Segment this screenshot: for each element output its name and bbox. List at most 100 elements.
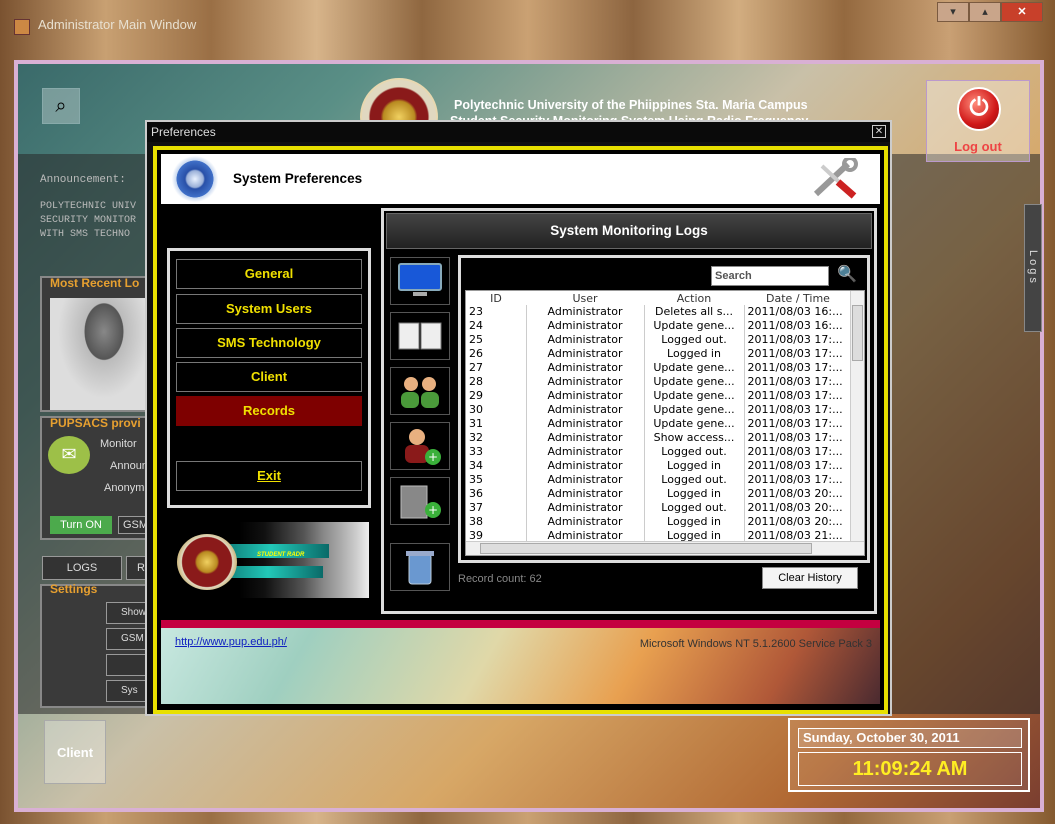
content-frame: System Monitoring Logs + + Search 🔍 ID U… [381, 208, 877, 614]
pupsacs-panel: PUPSACS provi ✉ Monitor Announ Anonym Tu… [40, 416, 160, 540]
horizontal-scrollbar[interactable] [466, 541, 864, 555]
table-cell: Logged out. [644, 333, 745, 347]
table-row[interactable]: 23 Administrator Deletes all s... 2011/08/0… [466, 305, 853, 319]
table-cell: 2011/08/03 16:... [744, 305, 853, 319]
search-icon[interactable]: 🔍 [837, 266, 859, 286]
settings-panel: Settings Show GSM M Sys [40, 582, 162, 708]
pup-logo [177, 534, 237, 590]
logs-header: System Monitoring Logs [386, 213, 872, 249]
power-icon: ⏻ [957, 87, 1001, 131]
add-building-icon[interactable]: + [390, 477, 450, 525]
table-cell: 2011/08/03 17:... [744, 445, 853, 459]
pupsacs-label: Announ [110, 460, 148, 472]
table-row[interactable]: 34 Administrator Logged in 2011/08/03 17:..… [466, 459, 853, 473]
table-row[interactable]: 27 Administrator Update gene... 2011/08/03 … [466, 361, 853, 375]
client-button[interactable]: Client [44, 720, 106, 784]
pup-website-link[interactable]: http://www.pup.edu.ph/ [175, 636, 287, 648]
preferences-menu: General System Users SMS Technology Clie… [167, 248, 371, 508]
monitor-icon[interactable] [390, 257, 450, 305]
exit-button[interactable]: Exit [176, 461, 362, 491]
add-user-icon[interactable]: + [390, 422, 450, 470]
menu-general[interactable]: General [176, 259, 362, 289]
turn-on-button[interactable]: Turn ON [50, 516, 112, 534]
menu-client[interactable]: Client [176, 362, 362, 392]
table-cell: Logged in [644, 459, 745, 473]
table-cell: Update gene... [644, 319, 745, 333]
preferences-title-bar: Preferences ✕ [147, 122, 890, 142]
table-cell: 2011/08/03 17:... [744, 333, 853, 347]
table-cell: 2011/08/03 17:... [744, 389, 853, 403]
table-row[interactable]: 38 Administrator Logged in 2011/08/03 20:..… [466, 515, 853, 529]
column-header-action[interactable]: Action [644, 291, 744, 305]
search-input[interactable]: Search [711, 266, 829, 286]
minimize-button[interactable]: ▾ [937, 2, 969, 22]
table-row[interactable]: 26 Administrator Logged in 2011/08/03 17:..… [466, 347, 853, 361]
scrollbar-thumb[interactable] [480, 543, 812, 554]
window-controls: ▾ ▴ ✕ [937, 2, 1043, 22]
gear-icon [171, 156, 219, 202]
table-cell: 29 [466, 389, 527, 403]
maximize-button[interactable]: ▴ [969, 2, 1001, 22]
table-cell: Update gene... [644, 361, 745, 375]
table-cell: 25 [466, 333, 527, 347]
table-row[interactable]: 24 Administrator Update gene... 2011/08/03 … [466, 319, 853, 333]
preferences-header-title: System Preferences [233, 171, 363, 186]
table-row[interactable]: 30 Administrator Update gene... 2011/08/03 … [466, 403, 853, 417]
table-cell: Administrator [526, 431, 645, 445]
menu-records[interactable]: Records [176, 396, 362, 426]
table-cell: Logged out. [644, 501, 745, 515]
recent-login-panel: Most Recent Lo [40, 276, 160, 412]
book-icon[interactable] [390, 312, 450, 360]
announcement-label: Announcement: [40, 174, 126, 186]
table-cell: 2011/08/03 17:... [744, 431, 853, 445]
logout-label: Log out [954, 139, 1002, 154]
table-row[interactable]: 29 Administrator Update gene... 2011/08/03 … [466, 389, 853, 403]
table-row[interactable]: 25 Administrator Logged out. 2011/08/03 17:… [466, 333, 853, 347]
table-cell: 2011/08/03 17:... [744, 473, 853, 487]
scrollbar-thumb[interactable] [852, 305, 863, 361]
table-row[interactable]: 28 Administrator Update gene... 2011/08/03 … [466, 375, 853, 389]
table-cell: Administrator [526, 445, 645, 459]
table-cell: 2011/08/03 20:... [744, 487, 853, 501]
preferences-title: Preferences [151, 125, 216, 139]
table-cell: Update gene... [644, 417, 745, 431]
logo-gradient-bars [239, 522, 369, 598]
table-row[interactable]: 33 Administrator Logged out. 2011/08/03 17:… [466, 445, 853, 459]
tab-logs[interactable]: LOGS [42, 556, 122, 580]
menu-system-users[interactable]: System Users [176, 294, 362, 324]
table-row[interactable]: 32 Administrator Show access... 2011/08/03 … [466, 431, 853, 445]
logs-table[interactable]: ID User Action Date / Time 23 Administrat… [465, 290, 865, 556]
recent-login-title: Most Recent Lo [50, 276, 140, 290]
column-header-user[interactable]: User [526, 291, 644, 305]
user-group-icon[interactable] [390, 367, 450, 415]
table-cell: Administrator [526, 501, 645, 515]
clear-history-button[interactable]: Clear History [762, 567, 858, 589]
recycle-bin-icon[interactable] [390, 543, 450, 591]
table-cell: Administrator [526, 319, 645, 333]
logs-side-tab[interactable]: Logs [1024, 204, 1042, 332]
table-row[interactable]: 35 Administrator Logged out. 2011/08/03 17:… [466, 473, 853, 487]
menu-sms-technology[interactable]: SMS Technology [176, 328, 362, 358]
table-row[interactable]: 37 Administrator Logged out. 2011/08/03 20:… [466, 501, 853, 515]
logout-button[interactable]: ⏻ Log out [926, 80, 1030, 162]
table-row[interactable]: 31 Administrator Update gene... 2011/08/03 … [466, 417, 853, 431]
table-cell: 28 [466, 375, 527, 389]
close-button[interactable]: ✕ [1001, 2, 1043, 22]
table-cell: 24 [466, 319, 527, 333]
table-cell: 2011/08/03 17:... [744, 375, 853, 389]
column-header-id[interactable]: ID [466, 291, 526, 305]
announcement-text: POLYTECHNIC UNIV SECURITY MONITOR WITH S… [40, 200, 136, 242]
app-icon [14, 19, 30, 35]
vertical-scrollbar[interactable] [850, 291, 864, 541]
table-cell: 2011/08/03 17:... [744, 347, 853, 361]
table-cell: 2011/08/03 20:... [744, 501, 853, 515]
os-info: Microsoft Windows NT 5.1.2600 Service Pa… [639, 638, 872, 650]
table-cell: Logged out. [644, 445, 745, 459]
table-row[interactable]: 36 Administrator Logged in 2011/08/03 20:..… [466, 487, 853, 501]
table-cell: Update gene... [644, 375, 745, 389]
preferences-close-button[interactable]: ✕ [872, 125, 886, 138]
table-cell: 2011/08/03 17:... [744, 403, 853, 417]
table-cell: Show access... [644, 431, 745, 445]
column-header-date[interactable]: Date / Time [744, 291, 852, 305]
binoculars-icon[interactable]: ⌕ [42, 88, 80, 124]
